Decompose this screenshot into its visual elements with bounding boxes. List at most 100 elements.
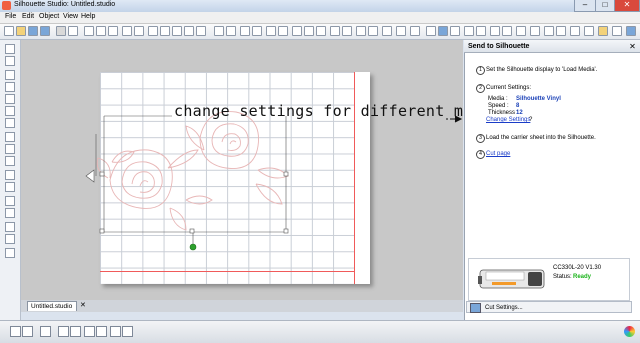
page-settings-icon[interactable] [5, 222, 15, 232]
annotation-text: change settings for different medias [174, 102, 510, 120]
zoom-in-icon[interactable] [148, 26, 158, 36]
cut-page-link[interactable]: Cut page [486, 151, 510, 157]
flip-icon[interactable] [342, 26, 352, 36]
copy-icon[interactable] [96, 26, 106, 36]
design-store-icon[interactable] [530, 26, 540, 36]
color-wheel-icon[interactable] [624, 326, 635, 337]
deselect-icon[interactable] [226, 26, 236, 36]
page-setup-icon[interactable] [502, 26, 512, 36]
copy-object-icon[interactable] [40, 326, 51, 337]
line-style-icon[interactable] [464, 26, 474, 36]
ellipse-select-icon[interactable] [22, 326, 33, 337]
eyedropper-tool-icon[interactable] [5, 208, 15, 218]
send-icon[interactable] [68, 26, 78, 36]
tab-close-icon[interactable]: ✕ [80, 301, 86, 309]
rectangle-select-icon[interactable] [10, 326, 21, 337]
library-icon[interactable] [40, 26, 50, 36]
duplicate-icon[interactable] [58, 326, 69, 337]
lock-icon[interactable] [110, 326, 121, 337]
select-all-icon[interactable] [214, 26, 224, 36]
step-2-number: 2 [476, 84, 485, 93]
step-3-number: 3 [476, 134, 485, 143]
registration-icon[interactable] [5, 234, 15, 244]
step-1-text: Set the Silhouette display to 'Load Medi… [486, 67, 598, 73]
group-objects-icon[interactable] [84, 326, 95, 337]
transform-icon[interactable] [476, 26, 486, 36]
window-title: Silhouette Studio: Untitled.studio [14, 1, 116, 8]
redo-icon[interactable] [134, 26, 144, 36]
eraser-icon[interactable] [556, 26, 566, 36]
text-tool-icon[interactable] [5, 170, 15, 180]
menu-bar: File Edit Object View Help [0, 12, 640, 24]
modify-icon[interactable] [410, 26, 420, 36]
ungroup-icon[interactable] [252, 26, 262, 36]
fill-color-icon[interactable] [438, 26, 448, 36]
cut-settings-icon[interactable] [516, 26, 526, 36]
layers-icon[interactable] [612, 26, 622, 36]
cut-settings-button[interactable]: Cut Settings... [466, 301, 632, 313]
new-icon[interactable] [4, 26, 14, 36]
rounded-rect-tool-icon[interactable] [5, 106, 15, 116]
send-to-silhouette-icon[interactable] [626, 26, 636, 36]
replicate-icon[interactable] [368, 26, 378, 36]
group-icon[interactable] [240, 26, 250, 36]
change-settings-link[interactable]: Change Settings [486, 117, 530, 123]
close-button[interactable]: ✕ [614, 0, 640, 12]
pencil-icon[interactable] [570, 26, 580, 36]
library-tool-icon[interactable] [5, 248, 15, 258]
zoom-out-icon[interactable] [160, 26, 170, 36]
panel-close-icon[interactable]: ✕ [628, 42, 637, 51]
curve-tool-icon[interactable] [5, 132, 15, 142]
menu-edit[interactable]: Edit [22, 13, 34, 20]
ellipse-tool-icon[interactable] [5, 118, 15, 128]
knife-icon[interactable] [544, 26, 554, 36]
panel-title: Send to Silhouette [464, 40, 640, 53]
freehand-tool-icon[interactable] [5, 156, 15, 166]
undo-icon[interactable] [122, 26, 132, 36]
menu-view[interactable]: View [63, 13, 78, 20]
fit-page-icon[interactable] [196, 26, 206, 36]
release-compound-icon[interactable] [278, 26, 288, 36]
cut-border-line [100, 271, 354, 272]
line-color-icon[interactable] [450, 26, 460, 36]
star-icon[interactable] [598, 26, 608, 36]
edit-points-icon[interactable] [5, 56, 15, 66]
silhouette-cutter-icon [478, 269, 545, 289]
pan-icon[interactable] [184, 26, 194, 36]
mirror-icon[interactable] [70, 326, 81, 337]
eraser-tool-icon[interactable] [5, 182, 15, 192]
make-compound-icon[interactable] [266, 26, 276, 36]
open-icon[interactable] [16, 26, 26, 36]
paint-icon[interactable] [584, 26, 594, 36]
weld-icon[interactable] [292, 26, 302, 36]
minimize-button[interactable]: – [574, 0, 596, 12]
cut-icon[interactable] [84, 26, 94, 36]
paste-icon[interactable] [108, 26, 118, 36]
knife-tool-icon[interactable] [5, 196, 15, 206]
send-back-icon[interactable] [316, 26, 326, 36]
main-toolbar [0, 24, 640, 40]
grid-icon[interactable] [490, 26, 500, 36]
ungroup-objects-icon[interactable] [96, 326, 107, 337]
zoom-select-icon[interactable] [172, 26, 182, 36]
trace-icon[interactable] [396, 26, 406, 36]
menu-object[interactable]: Object [39, 13, 59, 20]
print-icon[interactable] [56, 26, 66, 36]
maximize-button[interactable]: □ [595, 0, 615, 12]
media-value: Silhouette Vinyl [516, 96, 561, 102]
menu-file[interactable]: File [5, 13, 16, 20]
delete-icon[interactable] [122, 326, 133, 337]
offset-icon[interactable] [382, 26, 392, 36]
rotate-icon[interactable] [330, 26, 340, 36]
menu-help[interactable]: Help [81, 13, 95, 20]
align-icon[interactable] [356, 26, 366, 36]
tab-untitled-studio[interactable]: Untitled.studio [27, 301, 77, 311]
pointer-tool-icon[interactable] [5, 44, 15, 54]
save-icon[interactable] [28, 26, 38, 36]
polygon-tool-icon[interactable] [5, 82, 15, 92]
arc-tool-icon[interactable] [5, 144, 15, 154]
bring-front-icon[interactable] [304, 26, 314, 36]
text-style-icon[interactable] [426, 26, 436, 36]
line-tool-icon[interactable] [5, 70, 15, 80]
rectangle-tool-icon[interactable] [5, 94, 15, 104]
